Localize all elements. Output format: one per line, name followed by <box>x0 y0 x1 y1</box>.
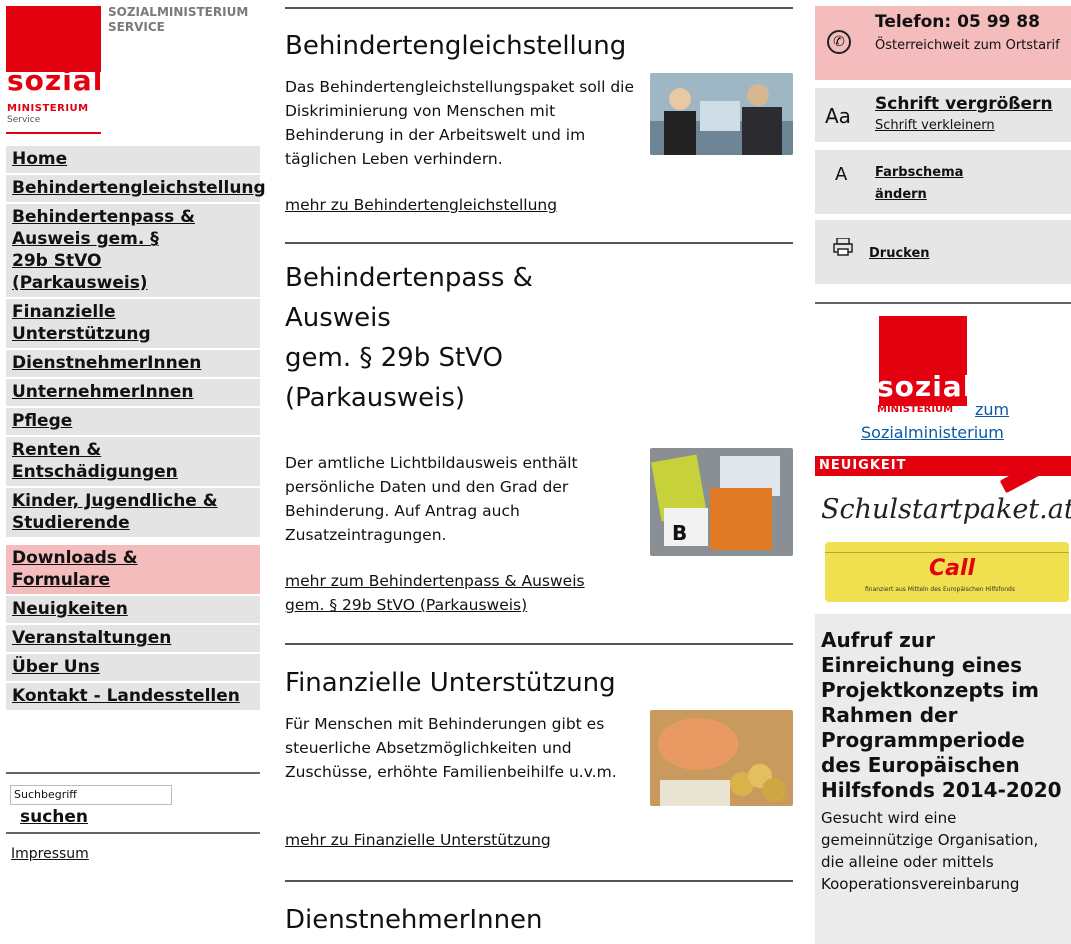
nav-item-unternehmer[interactable]: UnternehmerInnen <box>6 379 260 408</box>
print-link[interactable]: Drucken <box>869 246 930 261</box>
section-title: DienstnehmerInnen <box>285 905 543 935</box>
promo-fund: finanziert aus Mitteln des Europäischen … <box>865 586 1015 593</box>
section-divider <box>285 880 793 882</box>
promo-call: Call <box>929 556 976 581</box>
phone-number: Telefon: 05 99 88 <box>875 12 1040 32</box>
news-teaser: Aufruf zur Einreichung eines Projektkonz… <box>815 614 1071 944</box>
section-title: Behindertenpass & Ausweis gem. § 29b StV… <box>285 258 533 418</box>
ids-cards-image: B <box>650 448 793 556</box>
ministry-link-prefix[interactable]: zum <box>975 400 1009 419</box>
news-title[interactable]: Aufruf zur Einreichung eines Projektkonz… <box>821 628 1065 803</box>
nav-item-finanzielle-unterstuetzung[interactable]: Finanzielle Unterstützung <box>6 299 260 350</box>
search-form: suchen <box>10 783 172 827</box>
phone-note: Österreichweit zum Ortstarif <box>875 38 1060 53</box>
nav-item-kontakt[interactable]: Kontakt - Landesstellen <box>6 683 260 712</box>
section-link[interactable]: mehr zum Behindertenpass & Ausweis gem. … <box>285 569 585 617</box>
print-box: Drucken <box>815 220 1071 284</box>
impressum-link[interactable]: Impressum <box>11 846 89 862</box>
ruler-graphic: Call finanziert aus Mitteln des Europäis… <box>825 542 1069 602</box>
section-title: Behindertengleichstellung <box>285 31 627 61</box>
nav-item-home[interactable]: Home <box>6 146 260 175</box>
nav-item-behindertenpass-label: Behindertenpass & Ausweis gem. § 29b StV… <box>12 207 195 293</box>
section-divider <box>285 242 793 244</box>
section-text: Das Behindertengleichstellungspaket soll… <box>285 78 635 168</box>
section-title: Finanzielle Unterstützung <box>285 668 616 698</box>
search-button[interactable]: suchen <box>20 807 172 827</box>
ministry-link[interactable]: Sozialministerium <box>861 423 1004 442</box>
ministry-logo-word: sozial <box>877 370 974 403</box>
nav-item-veranstaltungen[interactable]: Veranstaltungen <box>6 625 260 654</box>
office-photo-image <box>650 73 793 155</box>
font-smaller-link[interactable]: Schrift verkleinern <box>875 118 995 133</box>
phone-box: ✆ Telefon: 05 99 88 Österreichweit zum O… <box>815 6 1071 80</box>
section-link-line: mehr zum Behindertenpass & Ausweis <box>285 572 585 590</box>
search-input[interactable] <box>10 784 172 805</box>
svg-text:B: B <box>672 521 687 545</box>
nav-item-downloads[interactable]: Downloads & Formulare <box>6 539 260 596</box>
piggy-bank-image <box>650 710 793 806</box>
main-navigation: Home Behindertengleichstellung Behindert… <box>6 146 266 712</box>
nav-item-dienstnehmer[interactable]: DienstnehmerInnen <box>6 350 260 379</box>
font-size-box: Aa Schrift vergrößern Schrift verkleiner… <box>815 88 1071 142</box>
color-scheme-icon: A <box>835 164 848 185</box>
logo-word: sozial <box>7 64 104 97</box>
color-scheme-box: A Farbschema ändern <box>815 150 1071 214</box>
font-size-icon: Aa <box>825 104 851 128</box>
phone-icon: ✆ <box>827 30 851 54</box>
news-text: Gesucht wird eine gemeinnützige Organisa… <box>821 809 1039 893</box>
nav-item-kinder[interactable]: Kinder, Jugendliche & Studierende <box>6 488 260 539</box>
section-divider <box>285 643 793 645</box>
logo-tagline: SOZIALMINISTERIUM SERVICE <box>108 5 249 34</box>
nav-item-neuigkeiten[interactable]: Neuigkeiten <box>6 596 260 625</box>
search-divider <box>6 832 260 834</box>
nav-item-behindertengleichstellung[interactable]: Behindertengleichstellung <box>6 175 266 204</box>
section-title-line: Ausweis <box>285 303 391 333</box>
ruler-ticks <box>825 542 1069 553</box>
promo-brand: Schulstartpaket.at <box>821 494 1071 525</box>
section-link[interactable]: mehr zu Finanzielle Unterstützung <box>285 828 551 852</box>
logo-ministerium: MINISTERIUM <box>7 103 89 114</box>
nav-item-pflege[interactable]: Pflege <box>6 408 260 437</box>
section-title-line: (Parkausweis) <box>285 383 466 413</box>
section-text: Der amtliche Lichtbildausweis enthält pe… <box>285 454 578 544</box>
nav-item-behindertenpass[interactable]: Behindertenpass & Ausweis gem. § 29b StV… <box>6 204 260 299</box>
nav-divider <box>6 772 260 774</box>
sidebar-divider <box>815 302 1071 304</box>
printer-icon <box>833 238 853 256</box>
color-scheme-link[interactable]: Farbschema ändern <box>875 162 995 206</box>
pencil-graphic <box>999 476 1069 494</box>
font-larger-link[interactable]: Schrift vergrößern <box>875 94 1053 114</box>
section-title-line: gem. § 29b StVO <box>285 343 503 373</box>
section-divider <box>285 7 793 9</box>
logo-service: Service <box>7 115 41 125</box>
ministry-logo-sub: MINISTERIUM <box>877 404 954 415</box>
nav-item-ueber-uns[interactable]: Über Uns <box>6 654 260 683</box>
news-label: NEUIGKEIT <box>815 456 1071 476</box>
section-link[interactable]: mehr zu Behindertengleichstellung <box>285 193 557 217</box>
section-link-line: gem. § 29b StVO (Parkausweis) <box>285 596 528 614</box>
nav-item-renten[interactable]: Renten & Entschädigungen <box>6 437 260 488</box>
section-title-line: Behindertenpass & <box>285 263 533 293</box>
promo-banner[interactable]: Schulstartpaket.at Call finanziert aus M… <box>815 476 1071 614</box>
section-text: Für Menschen mit Behinderungen gibt es s… <box>285 715 617 781</box>
